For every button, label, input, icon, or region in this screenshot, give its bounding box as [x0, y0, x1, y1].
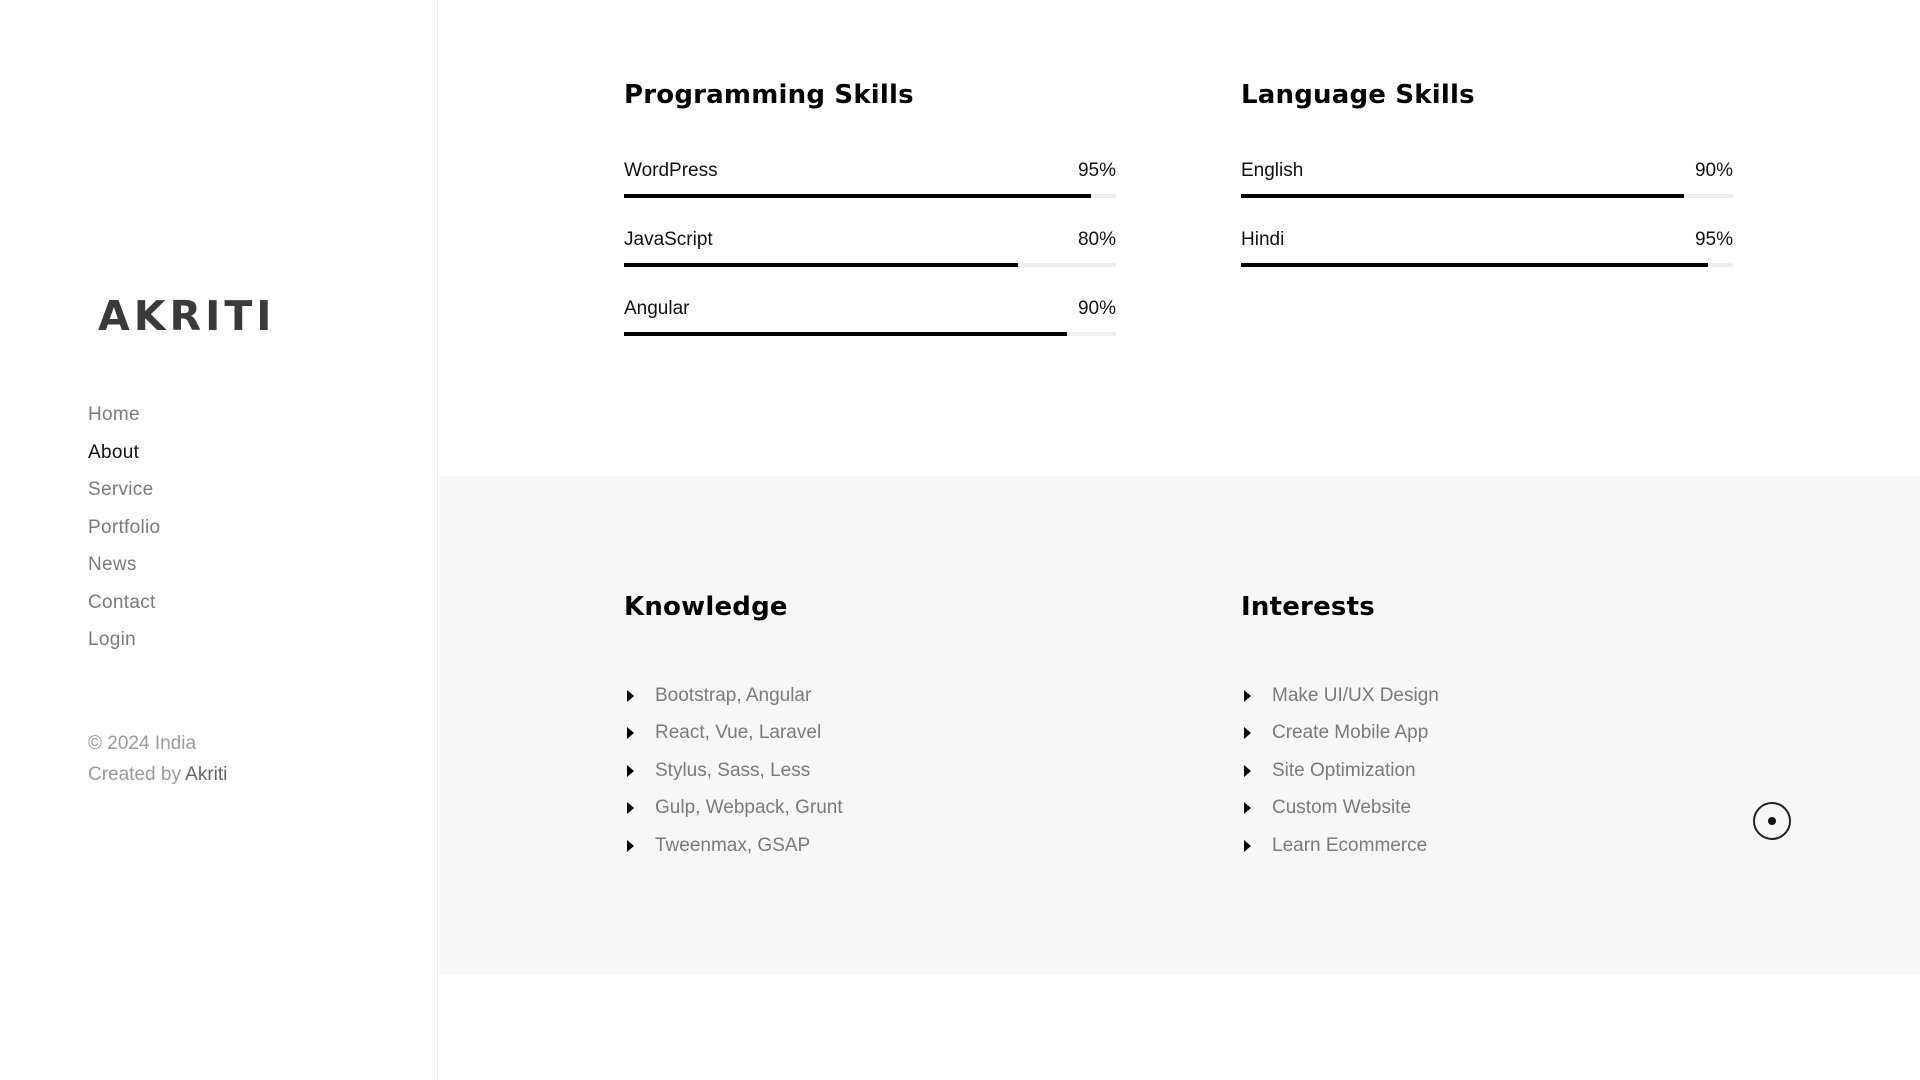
- skill-progress-track: [1241, 194, 1733, 198]
- caret-right-icon: [1244, 689, 1251, 702]
- list-item: Custom Website: [1241, 790, 1733, 828]
- knowledge-list: Bootstrap, Angular React, Vue, Laravel S…: [624, 677, 1116, 865]
- list-item-text: Make UI/UX Design: [1272, 684, 1439, 706]
- programming-skills: Programming Skills WordPress 95% JavaScri…: [624, 80, 1116, 367]
- knowledge-block: Knowledge Bootstrap, Angular React, Vue,…: [624, 592, 1116, 865]
- nav-item-service[interactable]: Service: [88, 479, 160, 517]
- nav-link-home[interactable]: Home: [88, 404, 140, 425]
- created-by-line: Created by Akriti: [88, 759, 227, 790]
- nav-item-about[interactable]: About: [88, 442, 160, 480]
- list-item-text: React, Vue, Laravel: [655, 722, 822, 744]
- language-skills-list: English 90% Hindi 95%: [1241, 160, 1733, 298]
- site-logo[interactable]: AKRITI: [98, 292, 276, 340]
- skill-name: Angular: [624, 298, 690, 319]
- skill-percent: 95%: [1077, 160, 1116, 181]
- programming-skills-list: WordPress 95% JavaScript 80% Angular 90%: [624, 160, 1116, 367]
- skill-item: Angular 90%: [624, 298, 1116, 367]
- list-item: Make UI/UX Design: [1241, 677, 1733, 715]
- skill-name: English: [1241, 160, 1304, 181]
- caret-right-icon: [627, 839, 634, 852]
- knowledge-interests-section: Knowledge Bootstrap, Angular React, Vue,…: [439, 476, 1920, 974]
- skill-item: English 90%: [1241, 160, 1733, 229]
- copyright-text: © 2024 India: [88, 733, 197, 754]
- caret-right-icon: [1244, 727, 1251, 740]
- list-item-text: Custom Website: [1272, 797, 1412, 819]
- list-item: React, Vue, Laravel: [624, 715, 1116, 753]
- list-item-text: Tweenmax, GSAP: [655, 834, 811, 856]
- list-item-text: Learn Ecommerce: [1272, 834, 1428, 856]
- nav-link-service[interactable]: Service: [88, 479, 153, 500]
- nav-item-contact[interactable]: Contact: [88, 592, 160, 630]
- interests-title: Interests: [1241, 592, 1375, 622]
- interests-list: Make UI/UX Design Create Mobile App Site…: [1241, 677, 1733, 865]
- skill-percent: 80%: [1077, 229, 1116, 250]
- nav-item-home[interactable]: Home: [88, 404, 160, 442]
- skill-progress-fill: [1241, 263, 1709, 267]
- list-item: Bootstrap, Angular: [624, 677, 1116, 715]
- skill-percent: 95%: [1694, 229, 1733, 250]
- skill-progress-fill: [1241, 194, 1684, 198]
- nav-link-portfolio[interactable]: Portfolio: [88, 517, 160, 538]
- caret-right-icon: [627, 764, 634, 777]
- nav-link-news[interactable]: News: [88, 554, 137, 575]
- main-content: Programming Skills WordPress 95% JavaScri…: [439, 0, 1920, 1080]
- nav-link-contact[interactable]: Contact: [88, 592, 156, 613]
- skill-progress-fill: [624, 332, 1067, 336]
- skill-percent: 90%: [1077, 298, 1116, 319]
- skill-name: Hindi: [1241, 229, 1285, 250]
- list-item: Tweenmax, GSAP: [624, 827, 1116, 865]
- skill-progress-track: [624, 332, 1116, 336]
- programming-skills-title: Programming Skills: [624, 80, 914, 110]
- skill-progress-fill: [624, 263, 1018, 267]
- knowledge-title: Knowledge: [624, 592, 788, 622]
- language-skills: Language Skills English 90% Hindi 95%: [1241, 80, 1733, 298]
- skill-progress-track: [1241, 263, 1733, 267]
- skill-item: WordPress 95%: [624, 160, 1116, 229]
- skill-progress-track: [624, 263, 1116, 267]
- list-item-text: Create Mobile App: [1272, 722, 1429, 744]
- skill-name: WordPress: [624, 160, 718, 181]
- skill-progress-track: [624, 194, 1116, 198]
- list-item: Stylus, Sass, Less: [624, 752, 1116, 790]
- list-item-text: Site Optimization: [1272, 759, 1416, 781]
- skill-item: JavaScript 80%: [624, 229, 1116, 298]
- created-by-prefix: Created by: [88, 764, 186, 785]
- skills-section: Programming Skills WordPress 95% JavaScri…: [439, 0, 1920, 476]
- interests-block: Interests Make UI/UX Design Create Mobil…: [1241, 592, 1733, 865]
- caret-right-icon: [1244, 764, 1251, 777]
- caret-right-icon: [627, 727, 634, 740]
- main-nav: Home About Service Portfolio News Contac…: [88, 404, 160, 667]
- skill-progress-fill: [624, 194, 1092, 198]
- list-item-text: Bootstrap, Angular: [655, 684, 812, 706]
- language-skills-title: Language Skills: [1241, 80, 1475, 110]
- caret-right-icon: [1244, 839, 1251, 852]
- created-by-author-link[interactable]: Akriti: [185, 764, 227, 785]
- nav-item-news[interactable]: News: [88, 554, 160, 592]
- skill-percent: 90%: [1694, 160, 1733, 181]
- copyright-block: © 2024 India Created by Akriti: [88, 728, 227, 790]
- list-item-text: Stylus, Sass, Less: [655, 759, 811, 781]
- sidebar: AKRITI Home About Service Portfolio News…: [0, 0, 438, 1080]
- list-item: Create Mobile App: [1241, 715, 1733, 753]
- nav-link-login[interactable]: Login: [88, 629, 136, 650]
- caret-right-icon: [1244, 802, 1251, 815]
- caret-right-icon: [627, 802, 634, 815]
- list-item: Gulp, Webpack, Grunt: [624, 790, 1116, 828]
- list-item-text: Gulp, Webpack, Grunt: [655, 797, 843, 819]
- skill-item: Hindi 95%: [1241, 229, 1733, 298]
- caret-right-icon: [627, 689, 634, 702]
- list-item: Learn Ecommerce: [1241, 827, 1733, 865]
- skill-name: JavaScript: [624, 229, 713, 250]
- nav-link-about[interactable]: About: [88, 442, 139, 463]
- list-item: Site Optimization: [1241, 752, 1733, 790]
- nav-item-login[interactable]: Login: [88, 629, 160, 667]
- nav-item-portfolio[interactable]: Portfolio: [88, 517, 160, 555]
- cursor-ring-icon: [1753, 802, 1791, 840]
